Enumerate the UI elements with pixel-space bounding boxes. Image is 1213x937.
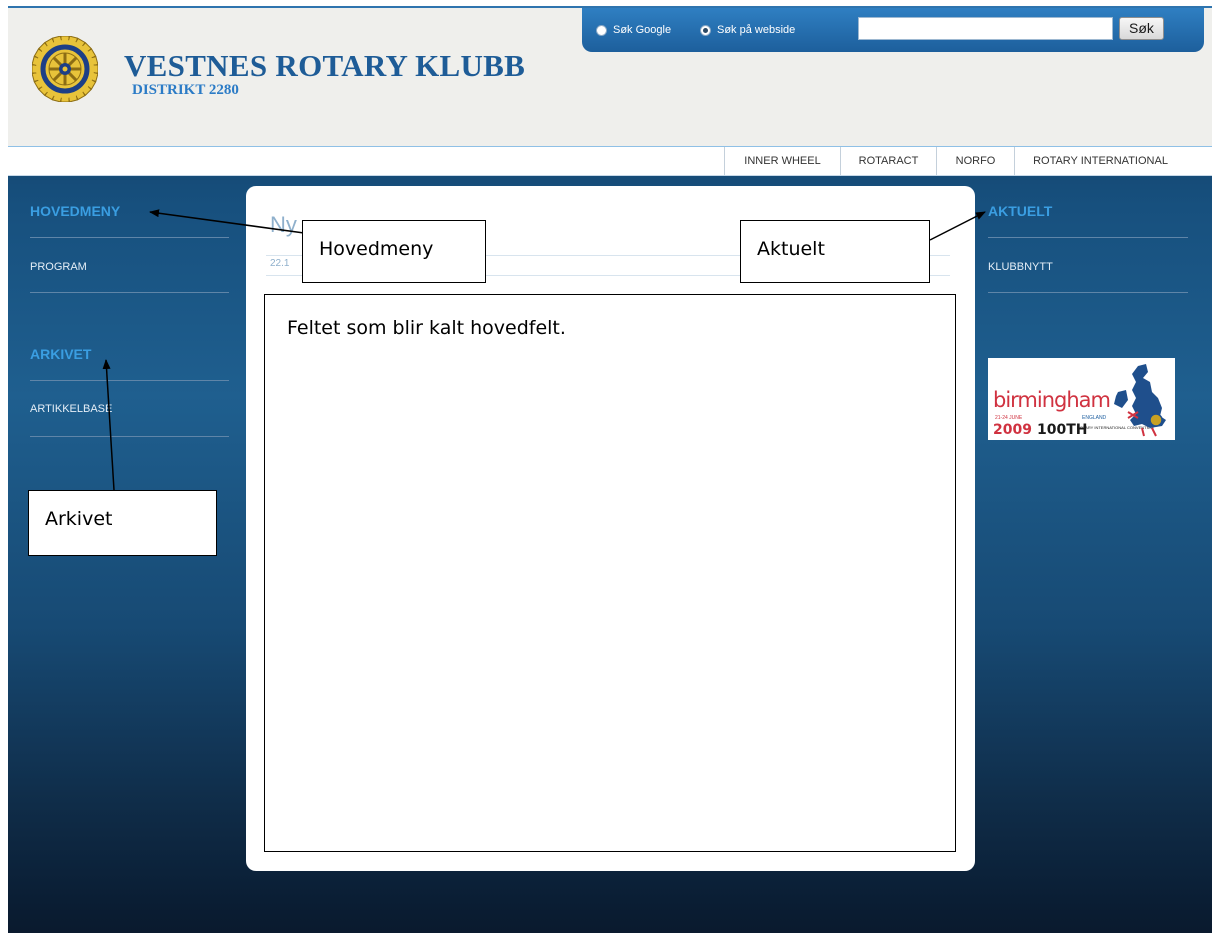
- divider: [988, 237, 1188, 238]
- search-bar: Søk Google Søk på webside Søk: [582, 8, 1204, 52]
- birmingham-convention-banner[interactable]: birmingham 21-24 JUNE ENGLAND 2009 100TH…: [988, 358, 1175, 440]
- site-subtitle: DISTRIKT 2280: [132, 82, 239, 98]
- search-site-radio[interactable]: [700, 25, 711, 36]
- arkivet-heading: ARKIVET: [30, 346, 92, 362]
- nav-rotary-international[interactable]: ROTARY INTERNATIONAL: [1014, 147, 1186, 175]
- aktuelt-heading: AKTUELT: [988, 203, 1053, 219]
- banner-place: ENGLAND: [1082, 415, 1107, 421]
- divider: [30, 237, 229, 238]
- nav-norfo[interactable]: NORFO: [936, 147, 1014, 175]
- search-google-label[interactable]: Søk Google: [613, 24, 671, 36]
- site-header: VESTNES ROTARY KLUBB DISTRIKT 2280 Søk G…: [8, 6, 1212, 146]
- uk-map-icon: [1114, 364, 1166, 437]
- search-button[interactable]: Søk: [1119, 17, 1164, 40]
- site-title[interactable]: VESTNES ROTARY KLUBB: [124, 48, 525, 84]
- nav-inner-wheel[interactable]: INNER WHEEL: [724, 147, 840, 175]
- banner-year: 2009: [993, 422, 1032, 438]
- article-date: 22.1: [270, 258, 290, 269]
- top-nav: INNER WHEEL ROTARACT NORFO ROTARY INTERN…: [8, 146, 1212, 176]
- divider: [30, 380, 229, 381]
- callout-hovedmeny: Hovedmeny: [302, 220, 486, 283]
- menu-item-artikkelbase[interactable]: ARTIKKELBASE: [30, 403, 112, 415]
- hovedfelt-label: Feltet som blir kalt hovedfelt.: [287, 317, 566, 339]
- search-google-radio[interactable]: [596, 25, 607, 36]
- menu-item-program[interactable]: PROGRAM: [30, 261, 87, 273]
- article-title[interactable]: Ny: [270, 212, 297, 238]
- divider: [30, 436, 229, 437]
- rotary-wheel-icon[interactable]: [32, 36, 98, 102]
- divider: [988, 292, 1188, 293]
- banner-word: birmingham: [993, 388, 1111, 412]
- menu-item-klubbnytt[interactable]: KLUBBNYTT: [988, 261, 1053, 273]
- search-site-label[interactable]: Søk på webside: [717, 24, 795, 36]
- callout-aktuelt: Aktuelt: [740, 220, 930, 283]
- divider: [30, 292, 229, 293]
- hovedmeny-heading: HOVEDMENY: [30, 203, 121, 219]
- nav-rotaract[interactable]: ROTARACT: [840, 147, 936, 175]
- main-content-panel: Ny 22.1 Feltet som blir kalt hovedfelt.: [246, 186, 975, 871]
- page-frame: VESTNES ROTARY KLUBB DISTRIKT 2280 Søk G…: [8, 6, 1212, 933]
- search-input[interactable]: [858, 17, 1113, 40]
- hovedfelt-annotation-box: Feltet som blir kalt hovedfelt.: [264, 294, 956, 852]
- banner-dates: 21-24 JUNE: [995, 415, 1023, 421]
- callout-arkivet: Arkivet: [28, 490, 217, 556]
